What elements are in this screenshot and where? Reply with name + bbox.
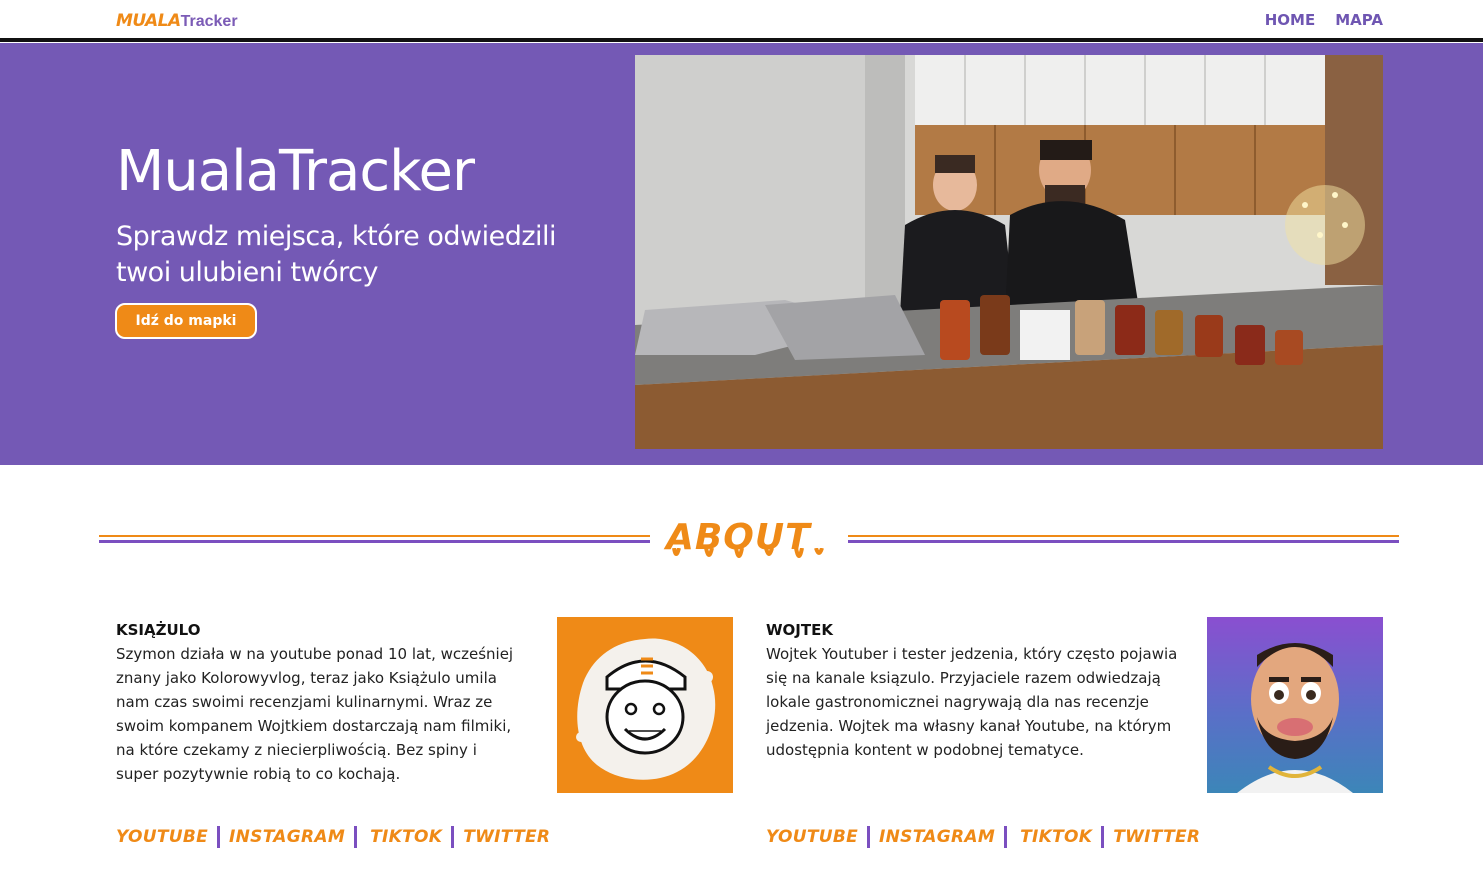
hero-section: MualaTracker Sprawdz miejsca, które odwi… [0, 43, 1483, 465]
about-divider-right [848, 535, 1399, 543]
socials-wojtek: YOUTUBE INSTAGRAM TIKTOK TWITTER [766, 826, 1200, 848]
about-divider-left [99, 535, 650, 543]
social-separator [217, 826, 221, 848]
profile-description-ksiazulo: Szymon działa w na youtube ponad 10 lat,… [116, 645, 514, 783]
instagram-link-wojtek[interactable]: INSTAGRAM [879, 827, 995, 847]
about-drips-decoration [672, 548, 824, 558]
logo-muala-text: MUALA [116, 11, 181, 31]
hero-title: MualaTracker [116, 139, 475, 204]
social-separator [867, 826, 871, 848]
profile-name-ksiazulo: KSIĄŻULO [116, 621, 201, 639]
social-separator [451, 826, 455, 848]
youtube-link-wojtek[interactable]: YOUTUBE [766, 827, 858, 847]
social-separator [1004, 826, 1008, 848]
top-navbar: MUALA Tracker HOME MAPA [0, 0, 1483, 40]
nav-link-home[interactable]: HOME [1265, 11, 1315, 29]
site-logo[interactable]: MUALA Tracker [116, 11, 238, 31]
avatar-wojtek [1207, 617, 1383, 793]
wojtek-3d-avatar-image [1237, 643, 1353, 793]
social-separator [354, 826, 358, 848]
youtube-link-ksiazulo[interactable]: YOUTUBE [116, 827, 208, 847]
socials-ksiazulo: YOUTUBE INSTAGRAM TIKTOK TWITTER [116, 826, 550, 848]
tiktok-link-wojtek[interactable]: TIKTOK [1020, 827, 1092, 847]
twitter-link-wojtek[interactable]: TWITTER [1113, 827, 1200, 847]
kitchen-photo-illustration [635, 55, 1383, 449]
nav-link-mapa[interactable]: MAPA [1335, 11, 1383, 29]
nav-divider [0, 38, 1483, 42]
profile-description-wojtek: Wojtek Youtuber i tester jedzenia, który… [766, 645, 1178, 759]
ksiazulo-caricature-image [576, 638, 716, 780]
profile-name-wojtek: WOJTEK [766, 621, 833, 639]
twitter-link-ksiazulo[interactable]: TWITTER [463, 827, 550, 847]
logo-tracker-text: Tracker [180, 13, 238, 30]
tiktok-link-ksiazulo[interactable]: TIKTOK [370, 827, 442, 847]
hero-photo [635, 55, 1383, 449]
nav-links: HOME MAPA [1265, 11, 1383, 29]
social-separator [1101, 826, 1105, 848]
hero-subtitle: Sprawdz miejsca, które odwiedzili twoi u… [116, 221, 557, 288]
instagram-link-ksiazulo[interactable]: INSTAGRAM [229, 827, 345, 847]
go-to-map-button[interactable]: Idź do mapki [115, 303, 257, 339]
avatar-ksiazulo [557, 617, 733, 793]
